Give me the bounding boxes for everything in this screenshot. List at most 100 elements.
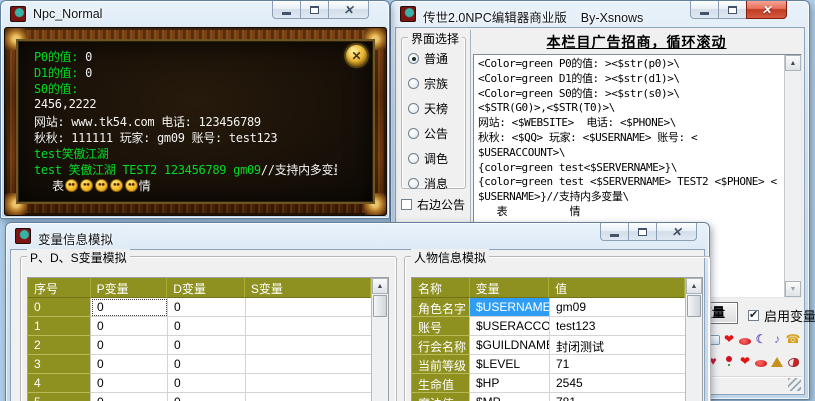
radio-label: 宗族 — [424, 75, 448, 92]
close-button[interactable] — [746, 1, 787, 19]
value-cell[interactable]: 781 — [550, 393, 687, 401]
moon-icon[interactable] — [754, 332, 768, 346]
info-table-scrollbar[interactable] — [685, 278, 702, 401]
column-header[interactable]: 值 — [549, 278, 685, 298]
variable-cell[interactable]: $USERACCOUNT — [470, 317, 550, 336]
music-note-icon[interactable] — [770, 332, 784, 346]
radio-normal[interactable]: 普通 — [408, 50, 448, 67]
npc-titlebar[interactable]: Npc_Normal — [1, 1, 389, 27]
radio-palette[interactable]: 调色 — [408, 150, 448, 167]
variable-cell[interactable]: $MP — [470, 393, 550, 401]
variables-window-body: P、D、S变量模拟 序号 P变量 D变量 S变量 0 0 0 1 0 — [10, 249, 705, 401]
variable-cell[interactable]: $HP — [470, 374, 550, 393]
close-icon — [761, 1, 771, 19]
variable-cell[interactable]: $USERNAME — [470, 298, 550, 317]
p-variable-cell[interactable]: 0 — [91, 336, 168, 355]
emoticon-row-1 — [706, 332, 800, 346]
d-variable-cell[interactable]: 0 — [168, 355, 246, 374]
lips-icon[interactable] — [738, 332, 752, 346]
column-header[interactable]: P变量 — [91, 278, 168, 298]
radio-clan[interactable]: 宗族 — [408, 75, 448, 92]
table-row: 0 0 0 — [28, 298, 388, 317]
heart-icon[interactable] — [722, 332, 736, 346]
editor-titlebar[interactable]: 传世2.0NPC编辑器商业版By-Xsnows — [391, 1, 809, 27]
close-button[interactable] — [328, 1, 369, 19]
radio-notice[interactable]: 公告 — [408, 125, 448, 142]
d-variable-cell[interactable]: 0 — [168, 374, 246, 393]
minimize-button[interactable] — [272, 1, 301, 19]
minimize-button[interactable] — [690, 1, 719, 19]
npc-line: test 笑傲江湖 TEST2 123456789 gm09//支持内多变量 — [34, 161, 337, 177]
pds-group-label: P、D、S变量模拟 — [27, 249, 130, 266]
rose-icon[interactable] — [722, 354, 736, 368]
scroll-thumb[interactable] — [687, 295, 701, 317]
scroll-down-button[interactable] — [785, 281, 801, 297]
p-variable-cell[interactable]: 0 — [91, 374, 168, 393]
npc-line: 网站: www.tk54.com 电话: 123456789 — [34, 113, 337, 129]
value-cell[interactable]: gm09 — [550, 298, 687, 317]
lips-icon[interactable] — [754, 354, 768, 368]
column-header[interactable]: 名称 — [412, 278, 470, 298]
phone-icon[interactable] — [786, 332, 800, 346]
variable-cell[interactable]: $GUILDNAME — [470, 336, 550, 355]
gold-swirl-icon[interactable] — [770, 354, 784, 368]
column-header[interactable]: 序号 — [28, 278, 91, 298]
scroll-up-button[interactable] — [785, 55, 801, 71]
value-cell[interactable]: 封闭测试 — [550, 336, 687, 355]
resize-grip[interactable] — [788, 378, 801, 391]
column-header[interactable]: S变量 — [245, 278, 371, 298]
s-variable-cell[interactable] — [246, 298, 373, 317]
scroll-up-button[interactable] — [686, 278, 702, 294]
minimize-icon — [700, 12, 709, 15]
npc-line: D1的值: 0 — [34, 64, 337, 80]
pds-table-scrollbar[interactable] — [371, 278, 388, 401]
d-variable-cell[interactable]: 0 — [168, 317, 246, 336]
radio-message[interactable]: 消息 — [408, 175, 448, 192]
scroll-up-button[interactable] — [372, 278, 388, 294]
value-cell[interactable]: 2545 — [550, 374, 687, 393]
minimize-icon — [610, 234, 619, 237]
npc-line: 2456,2222 — [34, 97, 337, 113]
s-variable-cell[interactable] — [246, 355, 373, 374]
ad-marquee-link[interactable]: 本栏目广告招商，循环滚动 — [471, 32, 802, 53]
maximize-icon — [638, 228, 647, 236]
pds-variables-group: P、D、S变量模拟 序号 P变量 D变量 S变量 0 0 0 1 0 — [20, 256, 397, 401]
p-variable-cell[interactable]: 0 — [91, 298, 168, 317]
p-variable-cell[interactable]: 0 — [91, 355, 168, 374]
npc-dialog-close-button[interactable] — [344, 43, 369, 68]
variable-cell[interactable]: $LEVEL — [470, 355, 550, 374]
table-row: 5 0 0 — [28, 393, 388, 401]
d-variable-cell[interactable]: 0 — [168, 336, 246, 355]
caption-buttons — [273, 1, 369, 19]
d-variable-cell[interactable]: 0 — [168, 298, 246, 317]
radio-ranking[interactable]: 天榜 — [408, 100, 448, 117]
close-button[interactable] — [656, 223, 697, 241]
s-variable-cell[interactable] — [246, 374, 373, 393]
column-header[interactable]: 变量 — [470, 278, 549, 298]
value-cell[interactable]: 71 — [550, 355, 687, 374]
s-variable-cell[interactable] — [246, 317, 373, 336]
radio-label: 普通 — [424, 50, 448, 67]
value-cell[interactable]: test123 — [550, 317, 687, 336]
scroll-thumb[interactable] — [373, 295, 387, 317]
column-header[interactable]: D变量 — [167, 278, 245, 298]
npc-line: 秋秋: 111111 玩家: gm09 账号: test123 — [34, 129, 337, 145]
maximize-button[interactable] — [628, 223, 657, 241]
smiley-icon — [95, 179, 108, 192]
p-variable-cell[interactable]: 0 — [91, 393, 168, 401]
bird-icon[interactable] — [786, 354, 800, 368]
s-variable-cell[interactable] — [246, 336, 373, 355]
editor-scrollbar[interactable] — [784, 55, 801, 297]
d-variable-cell[interactable]: 0 — [168, 393, 246, 401]
variables-titlebar[interactable]: 变量信息模拟 — [6, 223, 709, 249]
maximize-button[interactable] — [718, 1, 747, 19]
maximize-button[interactable] — [300, 1, 329, 19]
right-notice-checkbox[interactable]: 右边公告 — [401, 196, 465, 213]
enable-variables-checkbox[interactable]: 启用变量 — [748, 306, 815, 325]
npc-line: test笑傲江湖 — [34, 145, 337, 161]
heart-icon[interactable] — [738, 354, 752, 368]
variables-window: 变量信息模拟 P、D、S变量模拟 序号 P变量 D变量 S变量 0 0 — [5, 222, 710, 401]
p-variable-cell[interactable]: 0 — [91, 317, 168, 336]
s-variable-cell[interactable] — [246, 393, 373, 401]
minimize-button[interactable] — [600, 223, 629, 241]
